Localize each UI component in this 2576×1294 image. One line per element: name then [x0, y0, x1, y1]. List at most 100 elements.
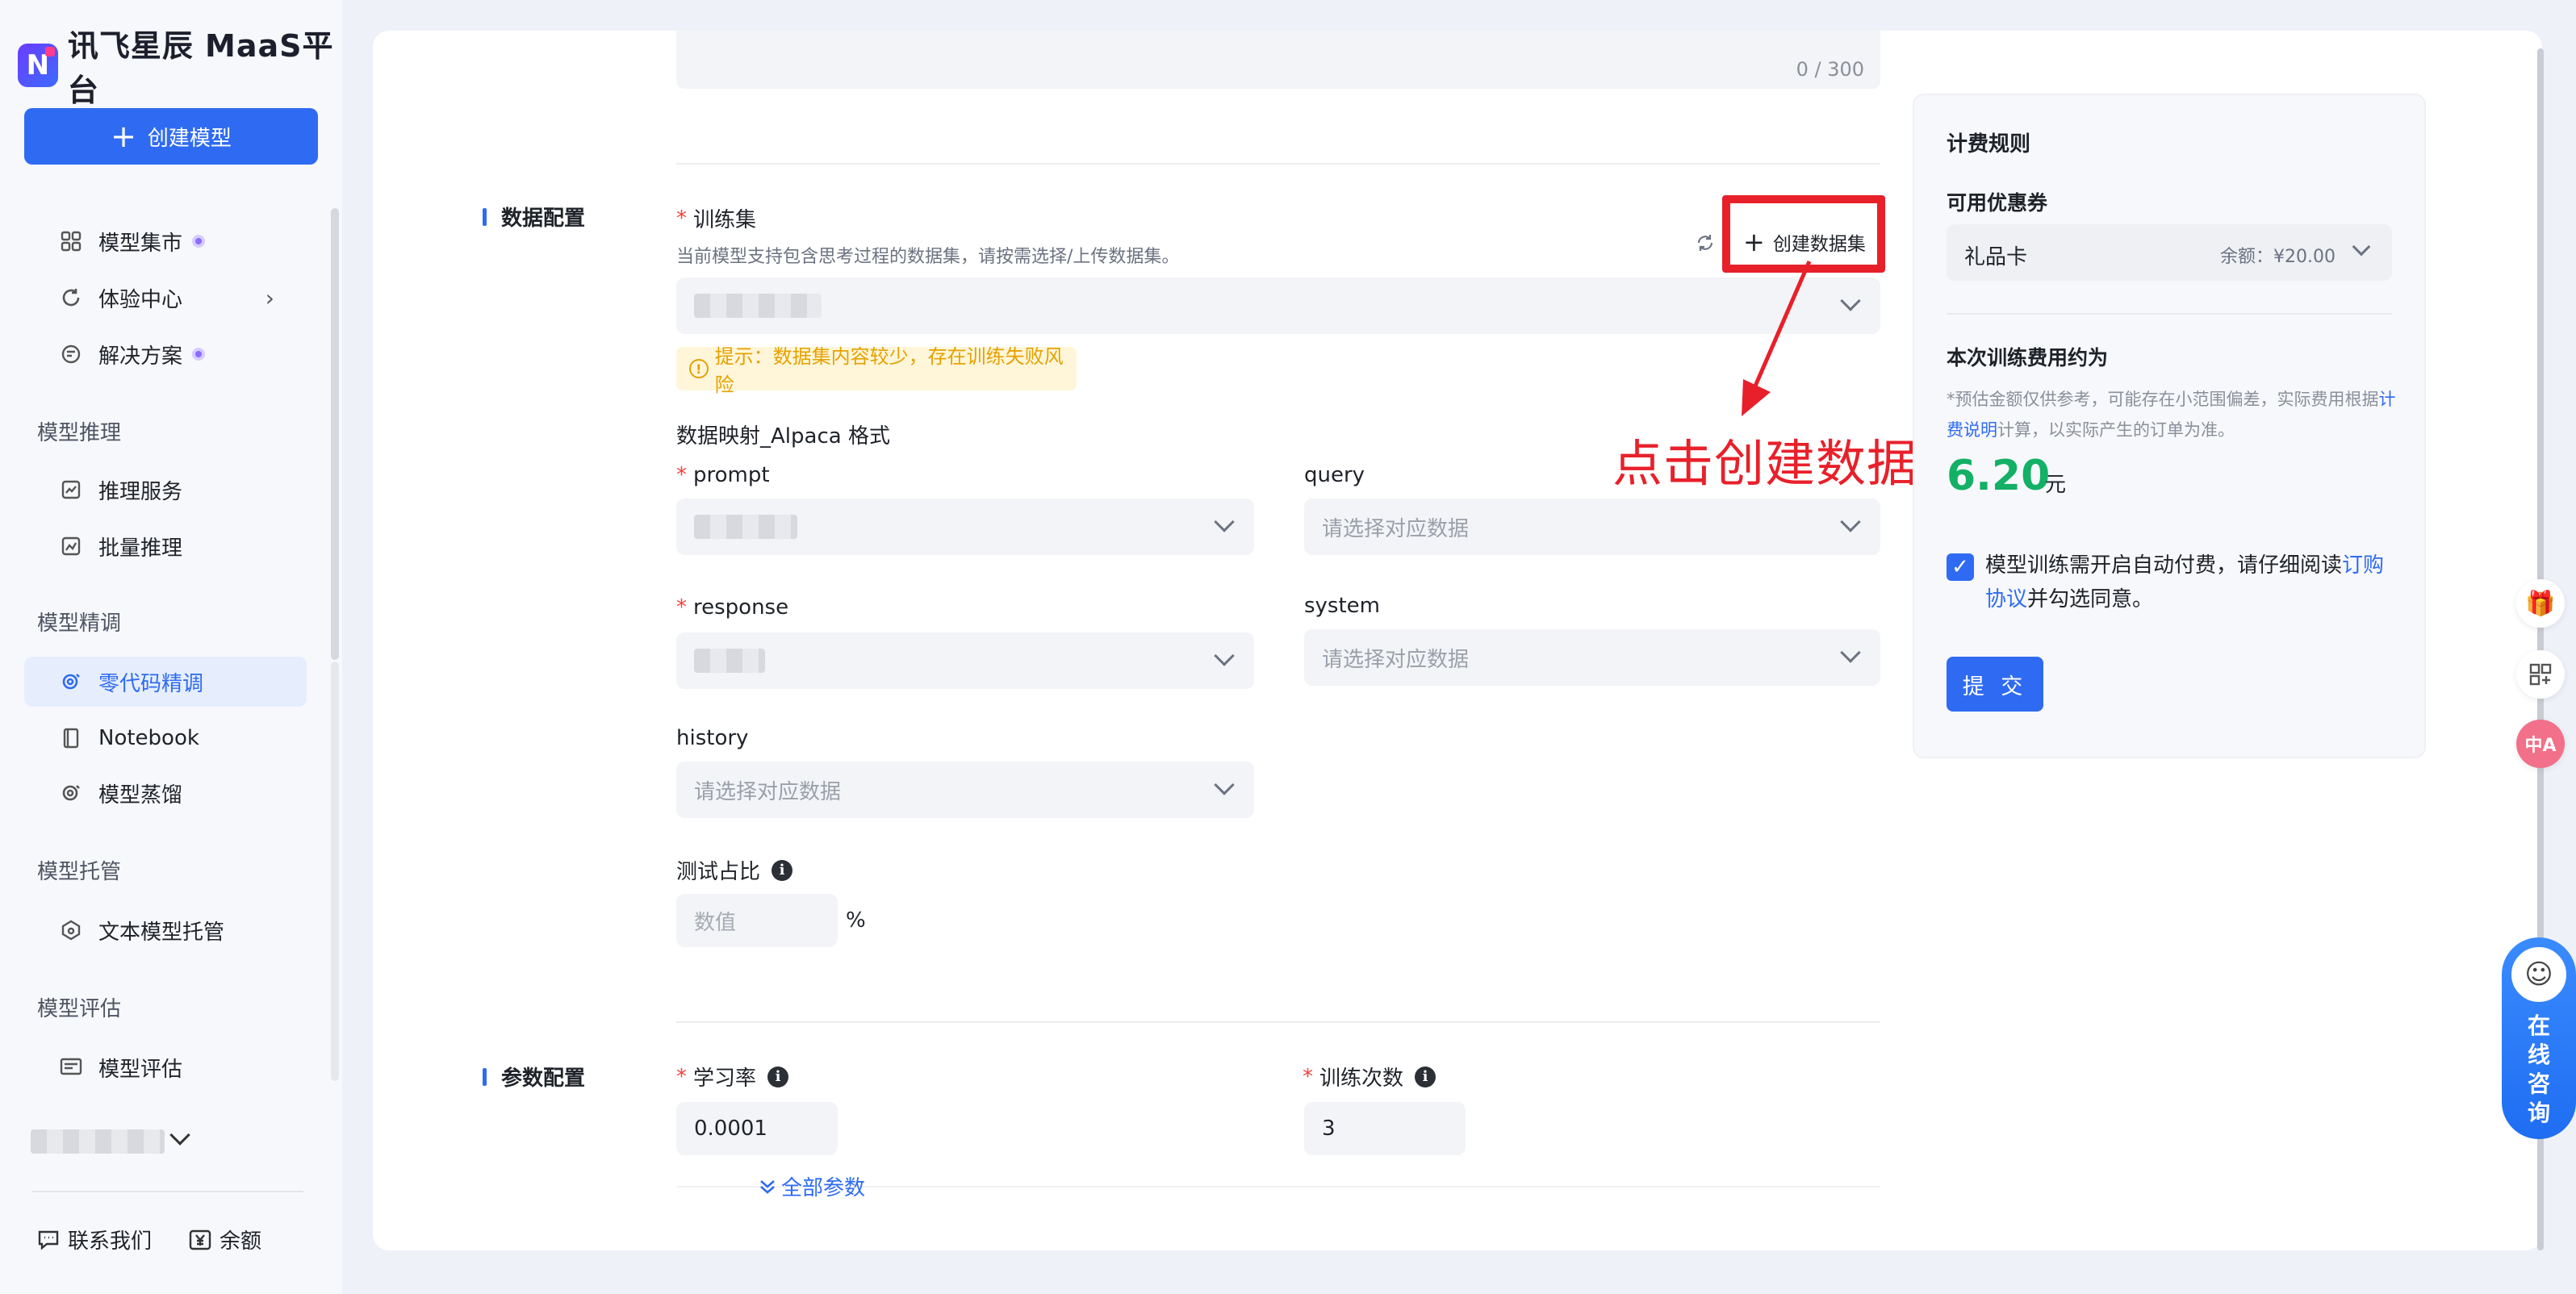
- coupon-label: 可用优惠券: [1947, 191, 2048, 215]
- response-select[interactable]: [676, 632, 1254, 689]
- sidebar-item-experience-center[interactable]: 体验中心 ›: [24, 273, 307, 323]
- gift-icon[interactable]: 🎁: [2516, 579, 2565, 628]
- prompt-select[interactable]: [676, 499, 1254, 555]
- sidebar-divider: [32, 1191, 303, 1192]
- coupon-select[interactable]: 礼品卡 余额：¥20.00: [1947, 224, 2392, 281]
- translate-icon[interactable]: 中A: [2516, 720, 2565, 768]
- learning-rate-input[interactable]: 0.0001: [676, 1102, 838, 1155]
- warning-icon: !: [689, 359, 709, 378]
- chevron-down-icon: [1214, 645, 1235, 666]
- chevron-down-icon: [1214, 774, 1235, 795]
- plus-icon: +: [111, 119, 136, 154]
- nav-section-eval: 模型评估: [37, 997, 122, 1021]
- selected-value-redacted: [694, 515, 797, 539]
- create-model-button[interactable]: + 创建模型: [24, 108, 318, 165]
- dataset-warning: ! 提示：数据集内容较少，存在训练失败风险: [676, 345, 1077, 396]
- prompt-label: * prompt: [676, 463, 770, 487]
- sidebar-item-label: 推理服务: [98, 479, 183, 504]
- estimate-note: *预估金额仅供参考，可能存在小范围偏差，实际费用根据计费说明计算，以实际产生的订…: [1947, 390, 2396, 440]
- balance-link[interactable]: 余额: [189, 1225, 261, 1254]
- all-params-toggle[interactable]: 全部参数: [759, 1171, 865, 1201]
- new-dot-icon: [192, 235, 206, 248]
- create-model-label: 创建模型: [147, 126, 232, 151]
- char-counter: 0 / 300: [1796, 58, 1864, 81]
- test-ratio-label: 测试占比 i: [676, 855, 793, 885]
- sidebar-item-model-market[interactable]: 模型集市: [24, 216, 307, 266]
- sidebar-item-inference-service[interactable]: 推理服务: [24, 465, 307, 515]
- sidebar-item-model-distill[interactable]: 模型蒸馏: [24, 768, 307, 818]
- info-icon[interactable]: i: [1415, 1066, 1436, 1087]
- train-set-select[interactable]: [676, 278, 1880, 334]
- refresh-icon[interactable]: [1693, 231, 1717, 255]
- distill-icon: [60, 782, 82, 804]
- sidebar-scroll-track: [331, 662, 339, 1081]
- contact-us-link[interactable]: 联系我们: [37, 1225, 152, 1254]
- nav-section-inference: 模型推理: [37, 421, 122, 445]
- epochs-label: * 训练次数 i: [1303, 1062, 1436, 1092]
- divider: [676, 163, 1880, 165]
- sidebar-scrollbar[interactable]: [331, 208, 339, 660]
- test-ratio-input[interactable]: 数值: [676, 894, 838, 947]
- epochs-input[interactable]: 3: [1304, 1102, 1466, 1155]
- sidebar-item-model-eval[interactable]: 模型评估: [24, 1042, 307, 1092]
- coupon-name: 礼品卡: [1964, 245, 2028, 269]
- submit-button[interactable]: 提 交: [1947, 657, 2043, 712]
- sidebar-item-zero-code-finetune[interactable]: 零代码精调: [24, 657, 307, 707]
- user-name-redacted[interactable]: [31, 1129, 165, 1154]
- sidebar-item-label: Notebook: [98, 726, 199, 750]
- eval-icon: [60, 1056, 82, 1079]
- finetune-icon: [60, 670, 82, 693]
- selected-value-redacted: [694, 649, 765, 673]
- billing-panel: 计费规则 可用优惠券 礼品卡 余额：¥20.00 本次训练费用约为 *预估金额仅…: [1913, 94, 2426, 758]
- brand-logo[interactable]: N 讯飞星辰 MaaS平台: [18, 21, 342, 110]
- sidebar-item-text-model-hosting[interactable]: 文本模型托管: [24, 905, 307, 955]
- sidebar-item-label: 体验中心: [98, 287, 183, 312]
- section-title-param-config: 参数配置: [483, 1062, 585, 1092]
- logo-mark: N: [18, 44, 58, 87]
- sidebar-item-label: 零代码精调: [98, 671, 204, 696]
- agree-checkbox[interactable]: ✓: [1947, 553, 1974, 581]
- estimated-price: 6.20: [1947, 452, 2051, 500]
- yen-icon: [189, 1229, 211, 1250]
- nav-section-finetune: 模型精调: [37, 612, 122, 636]
- query-label: query: [1304, 463, 1365, 487]
- grid-icon: [60, 230, 82, 253]
- info-icon[interactable]: i: [772, 859, 793, 881]
- system-select[interactable]: 请选择对应数据: [1304, 629, 1880, 686]
- train-set-label: * 训练集: [676, 206, 757, 233]
- divider: [1947, 313, 2392, 315]
- sidebar-item-label: 模型集市: [98, 231, 183, 256]
- selected-dataset-redacted: [694, 294, 822, 318]
- divider: [676, 1021, 1880, 1023]
- balance-label: 余额: [220, 1229, 262, 1254]
- percent-sign: %: [846, 908, 866, 933]
- chart-bar-icon: [60, 535, 82, 557]
- query-select[interactable]: 请选择对应数据: [1304, 499, 1880, 555]
- mapping-title: 数据映射_Alpaca 格式: [676, 424, 890, 449]
- consultant-avatar-icon: ☺: [2511, 947, 2566, 1002]
- chart-line-icon: [60, 478, 82, 501]
- chevron-down-icon[interactable]: [169, 1125, 190, 1146]
- sidebar-item-label: 文本模型托管: [98, 920, 225, 945]
- cube-icon: [60, 919, 82, 941]
- sidebar-item-label: 批量推理: [98, 536, 183, 561]
- train-set-hint: 当前模型支持包含思考过程的数据集，请按需选择/上传数据集。: [676, 247, 1180, 267]
- sidebar-item-notebook[interactable]: Notebook: [24, 713, 307, 763]
- chevron-down-icon: [1214, 511, 1235, 532]
- online-consult-button[interactable]: ☺ 在线咨询: [2502, 937, 2576, 1139]
- nav-section-hosting: 模型托管: [37, 860, 122, 884]
- info-icon[interactable]: i: [767, 1066, 789, 1087]
- apps-icon[interactable]: [2516, 650, 2565, 699]
- history-label: history: [676, 726, 749, 750]
- contact-us-label: 联系我们: [68, 1229, 153, 1254]
- sidebar-item-batch-inference[interactable]: 批量推理: [24, 521, 307, 571]
- sidebar-item-label: 模型蒸馏: [98, 783, 183, 808]
- billing-title: 计费规则: [1947, 132, 2031, 157]
- sidebar-item-solutions[interactable]: 解决方案: [24, 329, 307, 379]
- description-textarea[interactable]: 0 / 300: [676, 31, 1880, 89]
- price-unit: 元: [2045, 473, 2067, 497]
- chevron-down-icon: [1840, 642, 1861, 663]
- chevron-right-icon: ›: [265, 284, 274, 311]
- coupon-balance: 余额：¥20.00: [2220, 247, 2336, 267]
- history-select[interactable]: 请选择对应数据: [676, 762, 1254, 818]
